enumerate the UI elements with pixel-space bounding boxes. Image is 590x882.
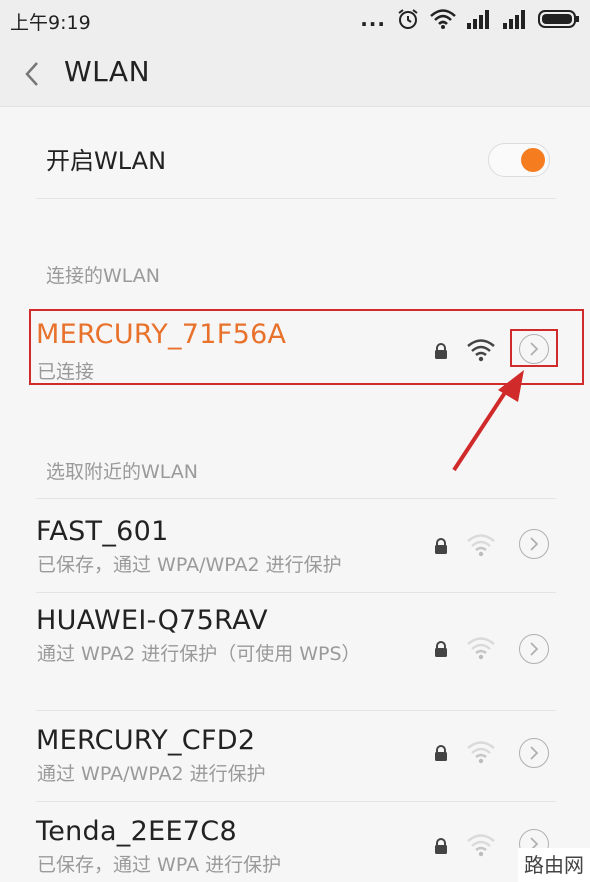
chevron-right-icon — [530, 746, 539, 760]
signal-icon — [467, 10, 489, 29]
connected-section-header: 连接的WLAN — [46, 265, 161, 287]
lock-icon — [435, 838, 447, 854]
wifi-weak-signal-icon — [467, 834, 495, 857]
lock-icon — [435, 343, 447, 359]
divider — [36, 710, 556, 711]
network-row-huawei[interactable]: HUAWEI-Q75RAV 通过 WPA2 进行保护（可使用 WPS） — [0, 605, 590, 705]
wlan-toggle-row[interactable]: 开启WLAN — [0, 107, 590, 203]
nearby-section-header: 选取附近的WLAN — [46, 461, 199, 483]
network-desc: 已保存，通过 WPA 进行保护 — [37, 854, 282, 876]
connected-network-name: MERCURY_71F56A — [36, 319, 287, 350]
lock-icon — [435, 745, 447, 761]
wifi-signal-icon — [467, 339, 495, 362]
more-dots-icon: ... — [360, 7, 386, 31]
lock-icon — [435, 538, 447, 554]
network-details-button[interactable] — [519, 634, 549, 664]
wifi-weak-signal-icon — [467, 534, 495, 557]
toggle-knob — [521, 148, 545, 172]
network-name: FAST_601 — [36, 516, 169, 547]
network-name: HUAWEI-Q75RAV — [36, 605, 268, 636]
network-row-tenda[interactable]: Tenda_2EE7C8 已保存，通过 WPA 进行保护 — [0, 816, 590, 882]
status-icons: ... — [360, 7, 580, 31]
title-bar: WLAN — [0, 40, 590, 107]
page-title: WLAN — [64, 55, 151, 88]
network-desc: 通过 WPA/WPA2 进行保护 — [37, 763, 266, 785]
network-desc: 通过 WPA2 进行保护（可使用 WPS） — [37, 643, 361, 665]
connected-network-status: 已连接 — [37, 361, 95, 383]
wlan-toggle-label: 开启WLAN — [46, 147, 167, 175]
network-name: MERCURY_CFD2 — [36, 725, 256, 756]
status-bar: 上午9:19 ... — [0, 0, 590, 40]
lock-icon — [435, 641, 447, 657]
network-desc: 已保存，通过 WPA/WPA2 进行保护 — [37, 554, 342, 576]
network-details-button[interactable] — [519, 738, 549, 768]
divider — [36, 498, 556, 499]
annotation-arrow — [452, 370, 524, 472]
signal-icon-2 — [503, 10, 525, 29]
network-name: Tenda_2EE7C8 — [36, 816, 237, 847]
wlan-toggle-switch[interactable] — [488, 143, 550, 177]
back-arrow-icon[interactable] — [24, 61, 40, 87]
watermark: 路由网 — [518, 848, 590, 882]
wifi-weak-signal-icon — [467, 637, 495, 660]
divider — [36, 592, 556, 593]
chevron-right-icon — [530, 642, 539, 656]
network-details-button[interactable] — [519, 529, 549, 559]
details-annotation-box — [510, 329, 558, 367]
status-time: 上午9:19 — [10, 12, 91, 34]
network-row-mercury-cfd2[interactable]: MERCURY_CFD2 通过 WPA/WPA2 进行保护 — [0, 725, 590, 801]
network-row-fast-601[interactable]: FAST_601 已保存，通过 WPA/WPA2 进行保护 — [0, 516, 590, 592]
wifi-weak-signal-icon — [467, 741, 495, 764]
wifi-status-icon — [430, 9, 456, 29]
divider — [36, 801, 556, 802]
divider — [36, 198, 556, 199]
alarm-icon — [398, 9, 418, 29]
battery-icon — [538, 10, 579, 28]
chevron-right-icon — [530, 537, 539, 551]
